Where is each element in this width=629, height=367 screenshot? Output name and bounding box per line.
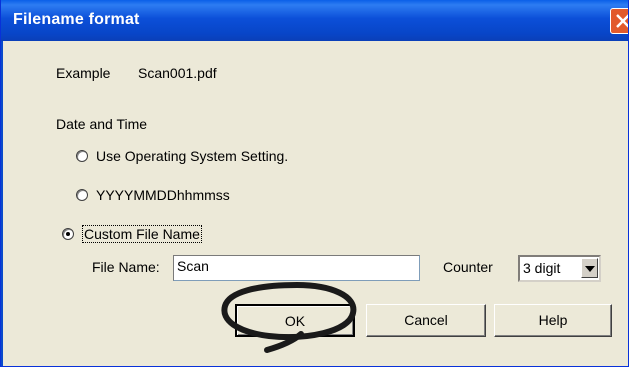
counter-selected-value: 3 digit bbox=[523, 260, 561, 276]
dialog-body: Example Scan001.pdf Date and Time Use Op… bbox=[1, 41, 628, 366]
dialog-title: Filename format bbox=[13, 11, 140, 28]
file-name-value: Scan bbox=[177, 258, 209, 274]
radio-button-selected[interactable] bbox=[62, 228, 74, 240]
ok-button[interactable]: OK bbox=[235, 304, 355, 337]
file-name-label: File Name: bbox=[92, 259, 160, 275]
file-name-input[interactable]: Scan bbox=[173, 255, 420, 281]
date-time-group-label: Date and Time bbox=[56, 116, 148, 132]
radio-custom-file-name-label: Custom File Name bbox=[82, 225, 202, 243]
chevron-down-icon[interactable] bbox=[581, 258, 598, 278]
counter-label: Counter bbox=[443, 259, 493, 275]
cancel-button[interactable]: Cancel bbox=[366, 304, 486, 337]
close-button[interactable] bbox=[610, 8, 628, 34]
radio-button[interactable] bbox=[76, 150, 88, 162]
radio-yyyymmdd[interactable]: YYYYMMDDhhmmss bbox=[76, 186, 230, 204]
radio-os-setting-label: Use Operating System Setting. bbox=[96, 148, 289, 164]
counter-dropdown[interactable]: 3 digit bbox=[518, 255, 601, 282]
radio-button[interactable] bbox=[76, 189, 88, 201]
radio-os-setting[interactable]: Use Operating System Setting. bbox=[76, 147, 288, 165]
example-value: Scan001.pdf bbox=[138, 65, 217, 81]
example-label: Example bbox=[56, 65, 111, 81]
radio-yyyymmdd-label: YYYYMMDDhhmmss bbox=[96, 187, 230, 203]
title-bar[interactable]: Filename format bbox=[1, 0, 628, 41]
radio-custom-file-name[interactable]: Custom File Name bbox=[62, 225, 202, 243]
help-button[interactable]: Help bbox=[494, 304, 612, 337]
filename-format-dialog: Filename format Example Scan001.pdf Date… bbox=[0, 0, 629, 367]
close-icon bbox=[616, 14, 628, 28]
